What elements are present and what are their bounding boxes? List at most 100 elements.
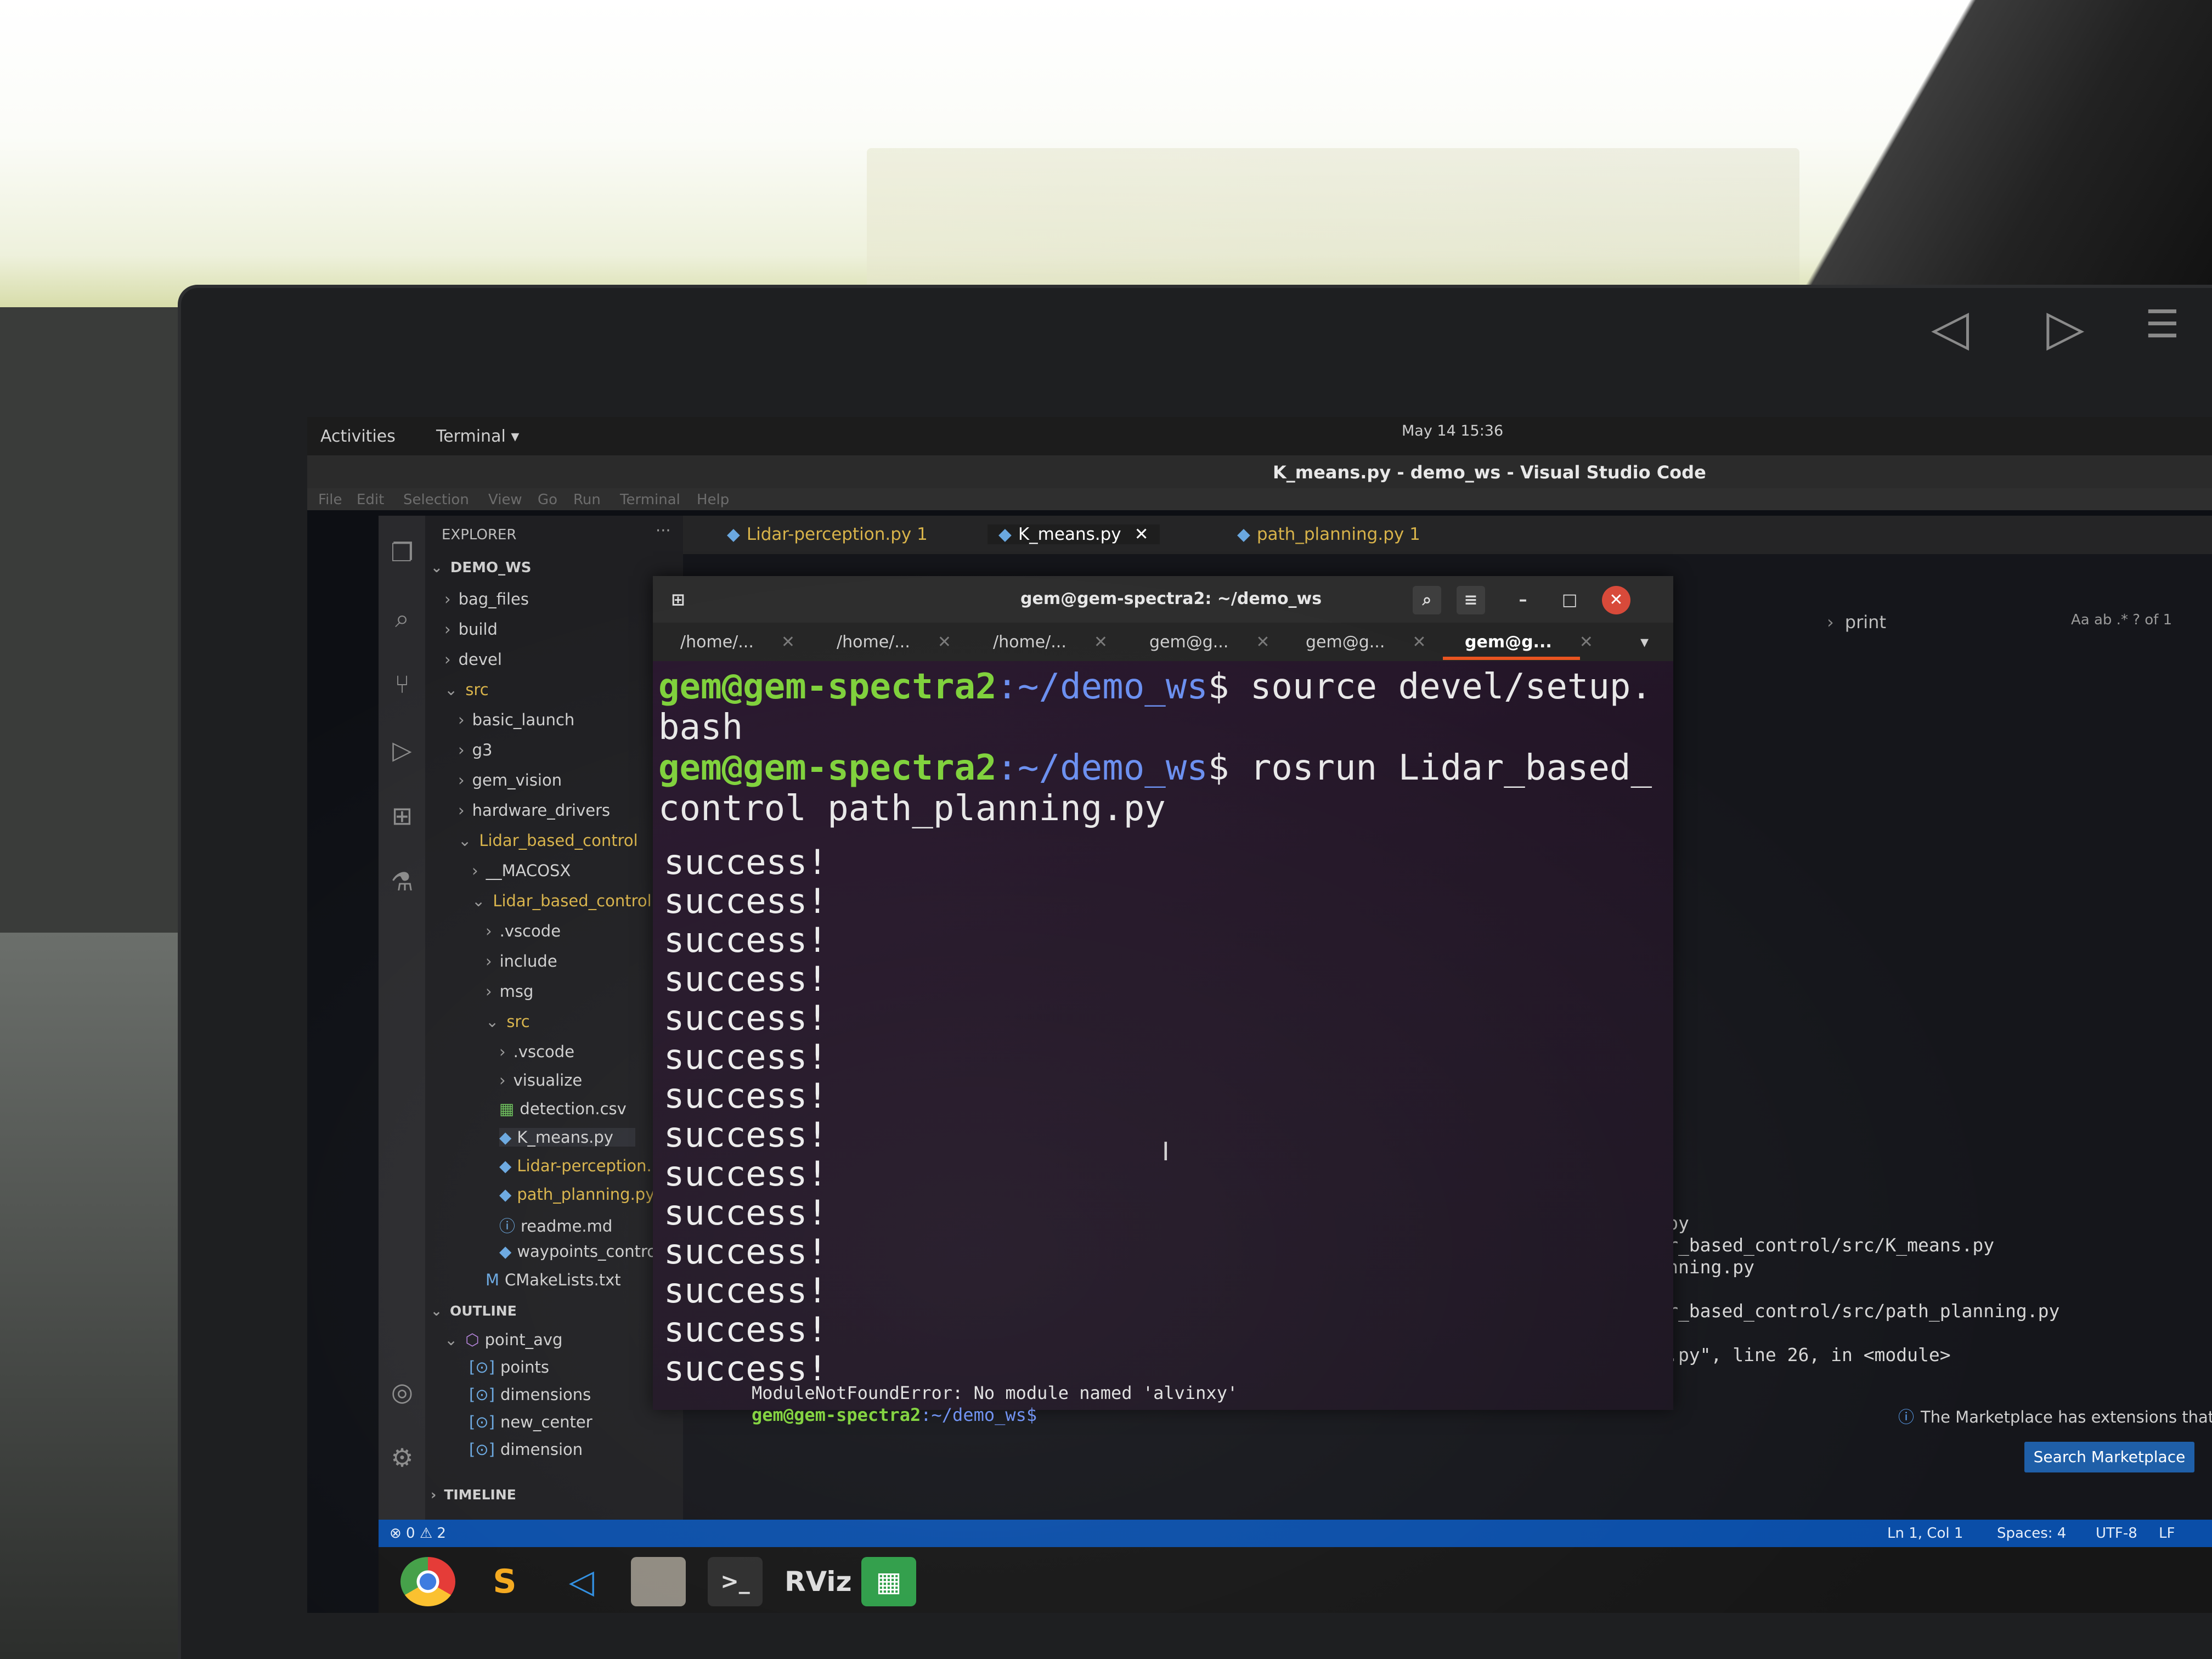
tree-item-basic-launch[interactable]: › basic_launch xyxy=(458,710,574,729)
monitor-left-button[interactable]: ◁ xyxy=(1931,299,1969,357)
menu-view[interactable]: View xyxy=(488,492,522,508)
terminal-icon[interactable]: >_ xyxy=(708,1557,763,1606)
error-message: ModuleNotFoundError: No module named 'al… xyxy=(752,1383,1238,1403)
vscode-icon[interactable]: ◁ xyxy=(554,1557,609,1606)
terminal-tab[interactable]: gem@g... ✕ xyxy=(1149,633,1270,652)
find-input[interactable]: print xyxy=(1845,612,1886,633)
python-file-icon: ◆ xyxy=(499,1242,512,1261)
terminal-window[interactable]: ⊞ gem@gem-spectra2: ~/demo_ws ⌕ ≡ – □ ✕ … xyxy=(653,576,1673,1410)
tree-item-waypoints-control[interactable]: ◆ waypoints_control. xyxy=(499,1242,666,1261)
outline-item-point-avg[interactable]: ⌄ ⬡ point_avg xyxy=(444,1330,562,1349)
minimize-icon[interactable]: – xyxy=(1509,586,1537,614)
tree-item-hardware-drivers[interactable]: › hardware_drivers xyxy=(458,801,610,820)
chevron-right-icon[interactable]: › xyxy=(1827,612,1834,633)
tree-item-visualize[interactable]: › visualize xyxy=(499,1071,582,1090)
problems-indicator[interactable]: ⊗ 0 ⚠ 2 xyxy=(390,1525,446,1542)
tabs-dropdown-icon[interactable]: ▾ xyxy=(1640,633,1649,652)
tree-item-k-means[interactable]: ◆ K_means.py xyxy=(499,1128,635,1147)
find-options[interactable]: Aa ab .* ? of 1 xyxy=(2071,612,2172,628)
indentation[interactable]: Spaces: 4 xyxy=(1997,1525,2066,1542)
find-widget[interactable]: › print xyxy=(1827,612,1886,633)
tree-item-vscode-inner[interactable]: › .vscode xyxy=(499,1042,574,1061)
files-icon[interactable] xyxy=(631,1557,686,1606)
tree-item-src-inner[interactable]: ⌄ src xyxy=(486,1012,530,1031)
tree-item-lidar-based-control[interactable]: ⌄ Lidar_based_control xyxy=(458,831,638,850)
tree-item-bag-files[interactable]: › bag_files xyxy=(444,590,529,608)
tree-item-lidar-based-control-inner[interactable]: ⌄ Lidar_based_control xyxy=(472,891,652,910)
tree-item-vscode[interactable]: › .vscode xyxy=(486,922,561,940)
search-marketplace-button[interactable]: Search Marketplace xyxy=(2024,1442,2194,1472)
tree-item-readme[interactable]: ⓘ readme.md xyxy=(499,1214,612,1237)
menu-file[interactable]: File xyxy=(318,492,342,508)
clock[interactable]: May 14 15:36 xyxy=(1402,422,1503,439)
terminal-search-icon[interactable]: ⌕ xyxy=(1413,586,1441,614)
terminal-tab-active[interactable]: gem@g... ✕ xyxy=(1465,633,1593,652)
terminal-tab[interactable]: /home/... ✕ xyxy=(837,633,951,652)
chrome-icon[interactable] xyxy=(400,1557,455,1606)
run-debug-icon[interactable]: ▷ xyxy=(387,735,417,765)
encoding[interactable]: UTF-8 xyxy=(2096,1525,2137,1542)
tree-item-gem-vision[interactable]: › gem_vision xyxy=(458,771,562,789)
final-prompt: gem@gem-spectra2:~/demo_ws$ xyxy=(752,1404,1037,1425)
menu-edit[interactable]: Edit xyxy=(357,492,384,508)
menu-go[interactable]: Go xyxy=(538,492,557,508)
hamburger-menu-icon[interactable]: ≡ xyxy=(1457,586,1485,614)
search-icon[interactable]: ⌕ xyxy=(387,603,417,633)
tree-item-include[interactable]: › include xyxy=(486,952,557,970)
close-window-icon[interactable]: ✕ xyxy=(1602,586,1630,614)
menu-terminal[interactable]: Terminal xyxy=(620,492,680,508)
spreadsheet-icon[interactable]: ▦ xyxy=(861,1557,916,1606)
monitor-menu-button[interactable]: ☰ xyxy=(2145,302,2180,347)
rviz-icon[interactable]: RViz xyxy=(785,1557,852,1606)
ubuntu-dock: S ◁ >_ RViz ▦ xyxy=(379,1547,2212,1613)
car-pillar xyxy=(1788,0,2212,307)
monitor-right-button[interactable]: ▷ xyxy=(2046,299,2084,357)
terminal-tab[interactable]: /home/... ✕ xyxy=(993,633,1108,652)
close-icon: ✕ xyxy=(1256,633,1270,652)
menu-selection[interactable]: Selection xyxy=(403,492,469,508)
explorer-icon[interactable]: ❐ xyxy=(387,538,417,567)
explorer-more-button[interactable]: ··· xyxy=(656,521,671,540)
tree-item-build[interactable]: › build xyxy=(444,620,498,639)
extensions-icon[interactable]: ⊞ xyxy=(387,801,417,831)
terminal-tab[interactable]: gem@g... ✕ xyxy=(1306,633,1426,652)
tree-item-cmakelists[interactable]: M CMakeLists.txt xyxy=(486,1271,621,1289)
new-tab-icon[interactable]: ⊞ xyxy=(664,586,692,614)
close-icon[interactable]: ✕ xyxy=(1135,524,1149,544)
tree-item-macosx[interactable]: › __MACOSX xyxy=(472,861,571,880)
menu-help[interactable]: Help xyxy=(697,492,729,508)
settings-gear-icon[interactable]: ⚙ xyxy=(387,1443,417,1472)
variable-icon: [⊙] xyxy=(469,1358,495,1376)
end-of-line[interactable]: LF xyxy=(2159,1525,2175,1542)
tree-item-detection-csv[interactable]: ▦ detection.csv xyxy=(499,1099,627,1118)
tree-item-g3[interactable]: › g3 xyxy=(458,741,492,759)
app-menu[interactable]: Terminal ▾ xyxy=(436,427,519,446)
outline-header[interactable]: ⌄ OUTLINE xyxy=(431,1303,517,1319)
tree-item-lidar-perception[interactable]: ◆ Lidar-perception.py xyxy=(499,1156,671,1175)
info-file-icon: ⓘ xyxy=(499,1217,516,1235)
success-line: success! xyxy=(664,881,828,921)
tab-path-planning[interactable]: ◆ path_planning.py 1 xyxy=(1237,524,1420,544)
tab-lidar-perception[interactable]: ◆ Lidar-perception.py 1 xyxy=(727,524,928,544)
outline-item-dimension[interactable]: [⊙] dimension xyxy=(469,1440,583,1459)
tree-item-devel[interactable]: › devel xyxy=(444,650,502,669)
tree-item-path-planning[interactable]: ◆ path_planning.py xyxy=(499,1185,654,1204)
outline-item-dimensions[interactable]: [⊙] dimensions xyxy=(469,1385,591,1404)
outline-item-points[interactable]: [⊙] points xyxy=(469,1358,549,1376)
account-icon[interactable]: ◎ xyxy=(387,1377,417,1407)
activities-button[interactable]: Activities xyxy=(320,427,396,446)
python-file-icon: ◆ xyxy=(727,524,740,544)
workspace-root[interactable]: ⌄ DEMO_WS xyxy=(431,560,532,576)
outline-item-new-center[interactable]: [⊙] new_center xyxy=(469,1413,592,1431)
source-control-icon[interactable]: ⑂ xyxy=(387,669,417,699)
tree-item-msg[interactable]: › msg xyxy=(486,982,533,1001)
sublime-icon[interactable]: S xyxy=(477,1557,532,1606)
cursor-position[interactable]: Ln 1, Col 1 xyxy=(1887,1525,1963,1542)
tab-k-means[interactable]: ◆ K_means.py ✕ xyxy=(988,524,1160,544)
testing-icon[interactable]: ⚗ xyxy=(387,867,417,896)
terminal-tab[interactable]: /home/... ✕ xyxy=(680,633,795,652)
menu-run[interactable]: Run xyxy=(573,492,601,508)
tree-item-src[interactable]: ⌄ src xyxy=(444,680,489,699)
timeline-header[interactable]: › TIMELINE xyxy=(431,1487,516,1503)
maximize-icon[interactable]: □ xyxy=(1555,586,1584,614)
